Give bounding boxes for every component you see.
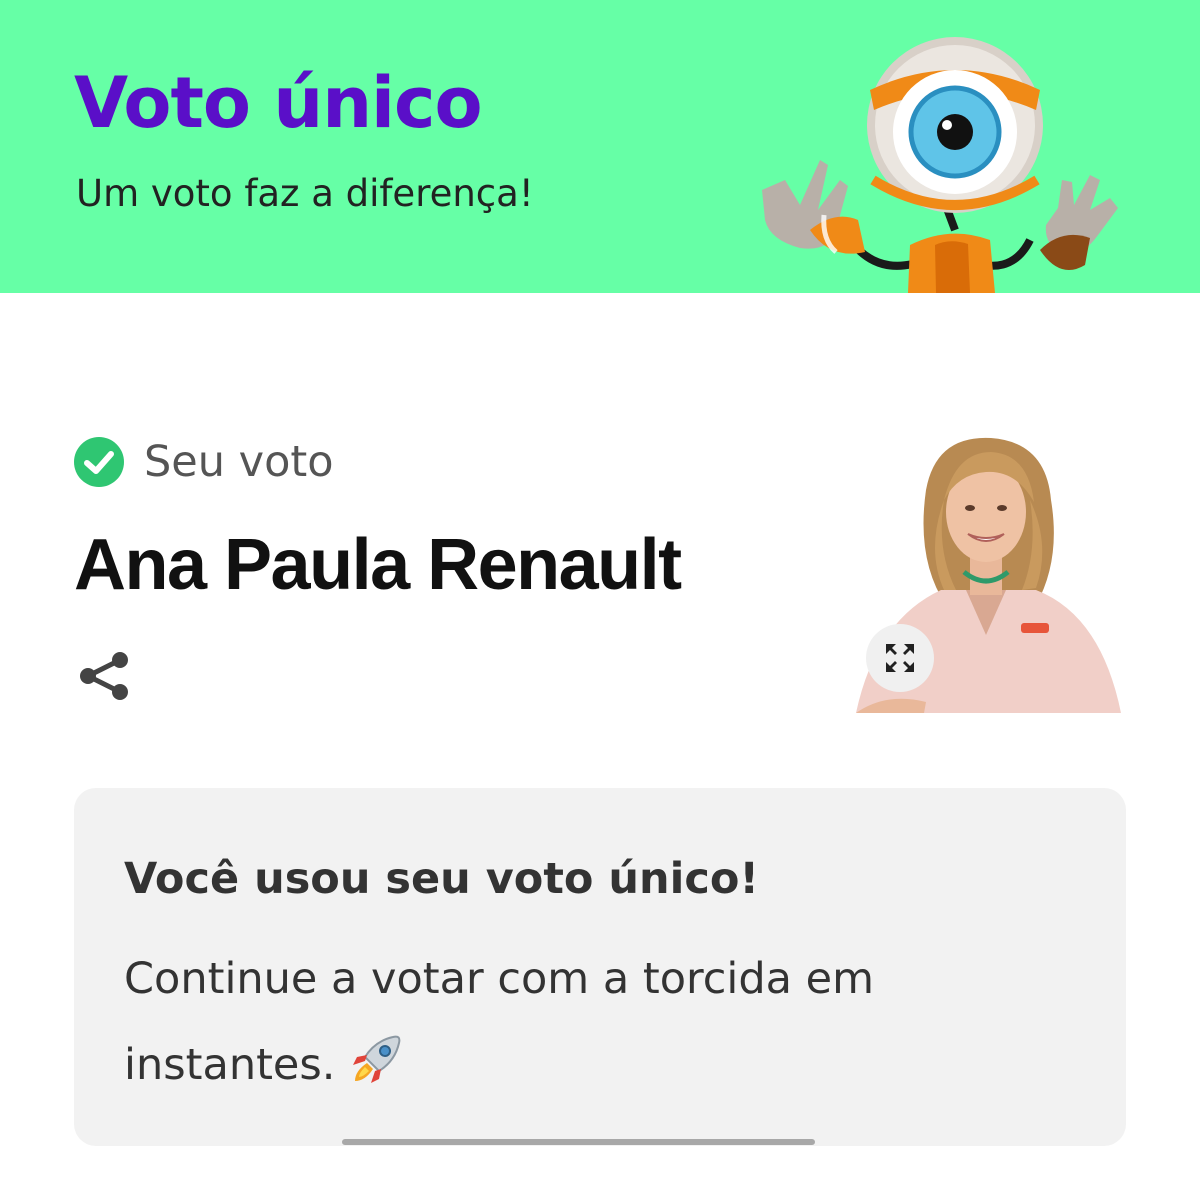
notice-body-text: Continue a votar com a torcida em instan… — [124, 954, 875, 1090]
vote-status: Seu voto — [74, 436, 334, 488]
notice-title: Você usou seu voto único! — [124, 854, 760, 904]
candidate-name: Ana Paula Renault — [74, 525, 682, 605]
mascot-robot-eye-icon — [762, 37, 1118, 293]
scroll-indicator[interactable] — [342, 1139, 815, 1145]
header-banner: Voto único Um voto faz a diferença! — [0, 0, 1200, 293]
share-icon — [80, 652, 128, 700]
notice-body: Continue a votar com a torcida em instan… — [124, 936, 1004, 1108]
rocket-icon — [353, 1035, 401, 1083]
page-subtitle: Um voto faz a diferença! — [76, 172, 534, 215]
vote-status-label: Seu voto — [144, 437, 334, 487]
vote-notice-card: Você usou seu voto único! Continue a vot… — [74, 788, 1126, 1146]
share-button[interactable] — [74, 646, 134, 706]
expand-icon — [886, 644, 914, 672]
check-circle-icon — [74, 437, 124, 487]
page-title: Voto único — [74, 62, 483, 144]
expand-photo-button[interactable] — [866, 624, 934, 692]
